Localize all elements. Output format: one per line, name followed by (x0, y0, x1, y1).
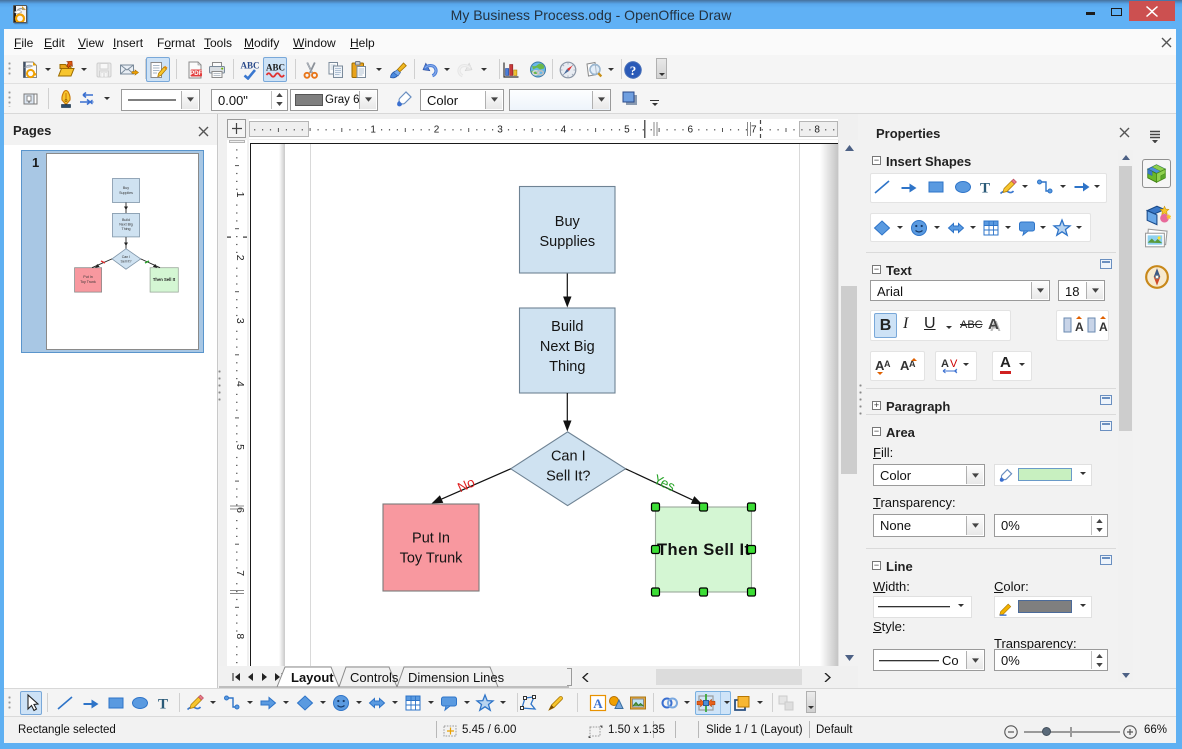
svg-text:T: T (158, 697, 168, 713)
svg-text:A: A (1099, 320, 1108, 334)
svg-text:A: A (941, 358, 949, 370)
svg-text:Can I: Can I (551, 449, 586, 465)
svg-text:Build: Build (122, 218, 130, 222)
svg-text:Buy: Buy (123, 186, 129, 190)
svg-text:A: A (1075, 320, 1084, 334)
svg-text:A: A (593, 696, 603, 711)
svg-text:Next Big: Next Big (540, 339, 595, 355)
svg-text:2: 2 (434, 125, 440, 136)
svg-text:5: 5 (624, 125, 630, 136)
svg-text:Thing: Thing (122, 227, 131, 231)
svg-text:8: 8 (234, 633, 246, 639)
svg-text:V: V (950, 358, 958, 370)
svg-text:ABC: ABC (241, 60, 260, 70)
svg-text:Then Sell It: Then Sell It (657, 541, 751, 559)
svg-text:6: 6 (688, 125, 694, 136)
svg-text:Toy Trunk: Toy Trunk (80, 280, 96, 284)
svg-text:3: 3 (234, 318, 246, 324)
svg-text:Dimension Lines: Dimension Lines (408, 670, 505, 685)
svg-text:Controls: Controls (350, 670, 399, 685)
svg-text:3: 3 (497, 125, 503, 136)
svg-text:Put In: Put In (412, 531, 450, 547)
svg-text:4: 4 (561, 125, 567, 136)
svg-text:Sell It?: Sell It? (121, 260, 132, 264)
svg-text:Supplies: Supplies (119, 191, 133, 195)
svg-text:6: 6 (234, 507, 246, 513)
svg-text:Toy Trunk: Toy Trunk (400, 551, 464, 567)
svg-text:Sell It?: Sell It? (546, 469, 590, 485)
svg-text:1: 1 (234, 192, 246, 198)
svg-text:Then Sell It: Then Sell It (153, 277, 176, 282)
svg-text:PDF: PDF (190, 71, 202, 77)
svg-text:T: T (980, 181, 990, 197)
svg-text:Next Big: Next Big (119, 223, 133, 227)
svg-text:Layout: Layout (291, 670, 334, 685)
svg-text:8: 8 (814, 125, 820, 136)
svg-text:5: 5 (234, 444, 246, 450)
svg-text:Buy: Buy (555, 214, 581, 230)
svg-text:?: ? (630, 63, 637, 78)
svg-text:Can I: Can I (122, 255, 131, 259)
svg-text:ABC: ABC (266, 62, 285, 72)
svg-text:7: 7 (234, 570, 246, 576)
svg-text:Supplies: Supplies (539, 234, 595, 250)
svg-text:2: 2 (234, 255, 246, 261)
svg-text:Build: Build (551, 319, 583, 335)
svg-text:4: 4 (234, 381, 246, 387)
svg-text:Thing: Thing (549, 359, 585, 375)
svg-text:A: A (884, 359, 891, 369)
svg-text:Put In: Put In (83, 275, 92, 279)
svg-text:7: 7 (751, 125, 757, 136)
svg-text:1: 1 (370, 125, 376, 136)
